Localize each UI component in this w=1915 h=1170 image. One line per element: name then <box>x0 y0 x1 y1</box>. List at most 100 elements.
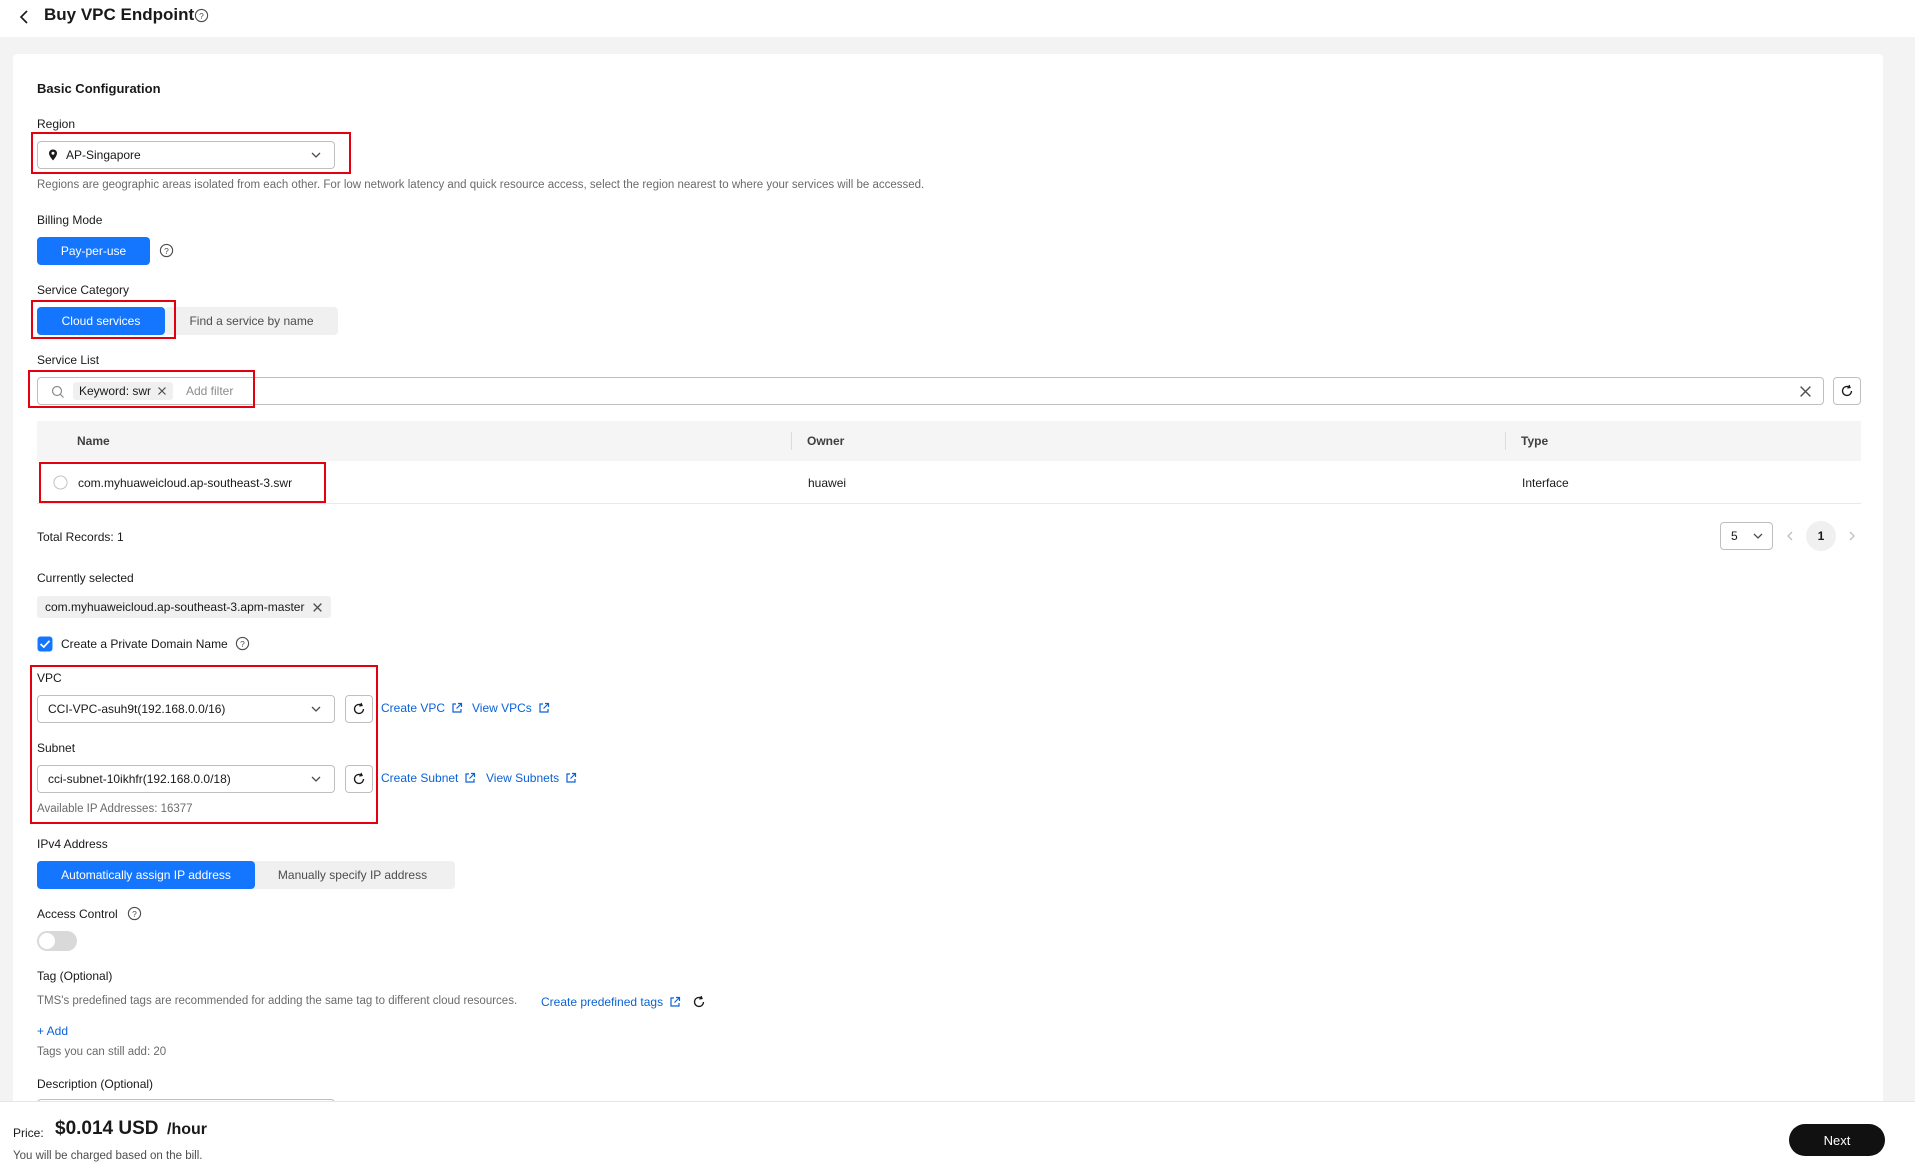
clear-icon[interactable] <box>1799 385 1812 398</box>
location-pin-icon <box>49 149 57 161</box>
region-select[interactable]: AP-Singapore <box>37 141 335 169</box>
external-link-icon <box>465 772 476 783</box>
tags-remaining: Tags you can still add: 20 <box>37 1046 167 1058</box>
chevron-down-icon <box>1753 533 1763 539</box>
page-size-value: 5 <box>1731 529 1738 543</box>
billing-mode-label: Billing Mode <box>37 213 103 227</box>
currently-selected-label: Currently selected <box>37 571 134 585</box>
page-1-button[interactable]: 1 <box>1806 521 1836 551</box>
description-label: Description (Optional) <box>37 1077 154 1091</box>
table-row[interactable]: com.myhuaweicloud.ap-southeast-3.swr hua… <box>37 461 1861 504</box>
add-tag-link[interactable]: + Add <box>37 1024 68 1038</box>
search-icon <box>51 385 64 398</box>
tag-label: Tag (Optional) <box>37 969 113 983</box>
refresh-subnet-button[interactable] <box>345 765 373 793</box>
subnet-select[interactable]: cci-subnet-10ikhfr(192.168.0.0/18) <box>37 765 335 793</box>
private-domain-label: Create a Private Domain Name <box>61 637 228 651</box>
back-arrow-icon[interactable] <box>18 9 32 25</box>
service-name: com.myhuaweicloud.ap-southeast-3.swr <box>78 476 293 490</box>
auto-ip-tab[interactable]: Automatically assign IP address <box>37 861 255 889</box>
vpc-value: CCI-VPC-asuh9t(192.168.0.0/16) <box>48 702 226 716</box>
billing-note: You will be charged based on the bill. <box>13 1150 203 1162</box>
external-link-icon <box>670 996 681 1007</box>
selected-service-text: com.myhuaweicloud.ap-southeast-3.apm-mas… <box>45 600 305 614</box>
filter-tag-text: Keyword: swr <box>79 384 152 398</box>
refresh-icon <box>1841 384 1853 397</box>
create-predefined-tags-link[interactable]: Create predefined tags <box>541 995 681 1009</box>
view-subnets-link[interactable]: View Subnets <box>486 771 577 785</box>
chevron-right-icon[interactable] <box>1846 530 1858 542</box>
price-value: $0.014 USD <box>55 1118 159 1139</box>
price-unit: /hour <box>167 1121 207 1138</box>
help-icon[interactable]: ? <box>194 8 209 23</box>
refresh-icon[interactable] <box>692 995 706 1009</box>
ipv4-label: IPv4 Address <box>37 837 108 851</box>
cloud-services-tab[interactable]: Cloud services <box>37 307 165 335</box>
help-icon[interactable]: ? <box>235 636 250 651</box>
create-predefined-tags-text: Create predefined tags <box>541 995 664 1009</box>
subnet-label: Subnet <box>37 741 76 755</box>
find-service-by-name-tab[interactable]: Find a service by name <box>165 307 338 335</box>
view-vpcs-text: View VPCs <box>472 701 532 715</box>
column-divider <box>1505 432 1506 450</box>
region-value: AP-Singapore <box>66 148 141 162</box>
page-size-select[interactable]: 5 <box>1720 522 1773 550</box>
refresh-vpc-button[interactable] <box>345 695 373 723</box>
price-label: Price: <box>13 1126 44 1140</box>
external-link-icon <box>452 702 463 713</box>
page-title: Buy VPC Endpoint <box>44 5 195 24</box>
service-list-label: Service List <box>37 353 100 367</box>
column-divider <box>791 432 792 450</box>
keyword-filter-tag: Keyword: swr <box>73 382 174 400</box>
page-header: Buy VPC Endpoint ? <box>0 0 1915 37</box>
add-filter-placeholder[interactable]: Add filter <box>186 384 233 398</box>
total-records: Total Records: 1 <box>37 530 124 544</box>
help-icon[interactable]: ? <box>127 906 142 921</box>
vpc-label: VPC <box>37 671 62 685</box>
chevron-down-icon <box>311 152 321 158</box>
section-title: Basic Configuration <box>37 81 161 96</box>
external-link-icon <box>539 702 549 713</box>
chevron-down-icon <box>311 776 321 782</box>
view-vpcs-link[interactable]: View VPCs <box>472 701 550 715</box>
service-table-header: Name Owner Type <box>37 421 1861 461</box>
private-domain-checkbox[interactable] <box>37 636 53 652</box>
close-icon[interactable] <box>157 386 167 396</box>
close-icon[interactable] <box>312 602 323 613</box>
next-button[interactable]: Next <box>1789 1124 1885 1156</box>
chevron-left-icon[interactable] <box>1784 530 1796 542</box>
selected-service-tag: com.myhuaweicloud.ap-southeast-3.apm-mas… <box>37 596 332 618</box>
svg-text:?: ? <box>132 909 137 919</box>
refresh-icon <box>353 702 365 715</box>
help-icon[interactable]: ? <box>159 243 174 258</box>
create-vpc-link[interactable]: Create VPC <box>381 701 463 715</box>
create-subnet-link[interactable]: Create Subnet <box>381 771 476 785</box>
region-hint: Regions are geographic areas isolated fr… <box>37 179 925 191</box>
configuration-card <box>13 54 1883 1104</box>
access-control-label: Access Control <box>37 907 118 921</box>
refresh-button[interactable] <box>1833 377 1861 405</box>
region-label: Region <box>37 117 76 131</box>
column-owner: Owner <box>807 434 845 448</box>
service-category-label: Service Category <box>37 283 130 297</box>
service-owner: huawei <box>808 476 847 490</box>
service-search-bar[interactable]: Keyword: swr Add filter <box>37 377 1824 405</box>
svg-text:?: ? <box>240 639 245 649</box>
manual-ip-tab[interactable]: Manually specify IP address <box>250 861 455 889</box>
subnet-value: cci-subnet-10ikhfr(192.168.0.0/18) <box>48 772 231 786</box>
available-ip-addresses: Available IP Addresses: 16377 <box>37 803 193 815</box>
view-subnets-text: View Subnets <box>486 771 560 785</box>
vpc-select[interactable]: CCI-VPC-asuh9t(192.168.0.0/16) <box>37 695 335 723</box>
tag-hint: TMS's predefined tags are recommended fo… <box>37 995 518 1007</box>
column-type: Type <box>1521 434 1549 448</box>
service-type: Interface <box>1522 476 1569 490</box>
svg-text:?: ? <box>164 246 169 256</box>
create-vpc-text: Create VPC <box>381 701 446 715</box>
access-control-toggle[interactable] <box>37 931 77 951</box>
svg-text:?: ? <box>199 11 204 21</box>
radio-button[interactable] <box>53 475 68 490</box>
refresh-icon <box>353 772 365 785</box>
column-name: Name <box>77 434 110 448</box>
external-link-icon <box>566 772 577 783</box>
pay-per-use-button[interactable]: Pay-per-use <box>37 237 150 265</box>
